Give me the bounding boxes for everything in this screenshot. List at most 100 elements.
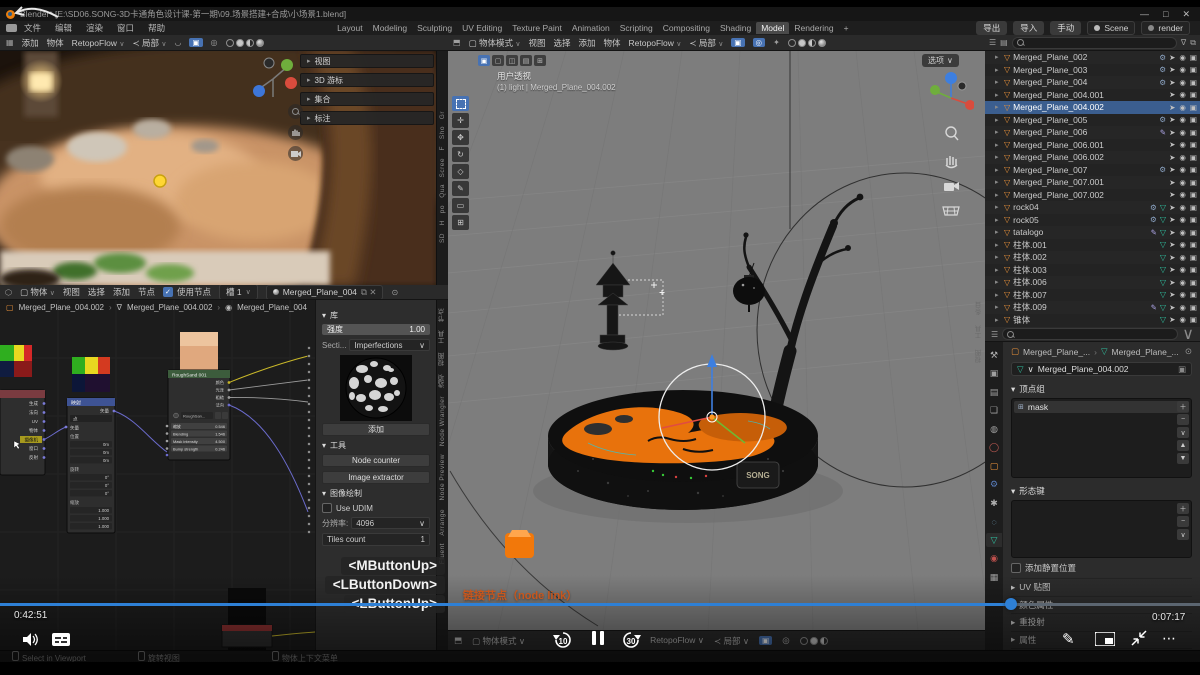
- menu-help[interactable]: 帮助: [141, 22, 172, 34]
- outliner-row[interactable]: ▸▽锥体▽➤◉▣: [985, 314, 1200, 327]
- tool-select-box[interactable]: [452, 96, 469, 111]
- panel-uv-maps[interactable]: ▸UV 贴图: [1011, 578, 1192, 596]
- captions-icon[interactable]: [52, 633, 70, 646]
- panel-image-paint[interactable]: ▾图像绘制: [322, 488, 430, 499]
- selectable-icon[interactable]: ➤: [1169, 240, 1175, 249]
- outliner-row[interactable]: ▸▽柱体.001▽➤◉▣: [985, 239, 1200, 252]
- tab-material-icon[interactable]: ◉: [986, 552, 1002, 566]
- render-visibility-icon[interactable]: ▣: [1190, 165, 1197, 174]
- mesh-data-name-field[interactable]: ▽∨ Merged_Plane_004.002 ▣: [1011, 362, 1192, 376]
- main-3d-viewport[interactable]: SONG: [448, 51, 985, 630]
- wireframe-shading-icon[interactable]: [226, 39, 234, 47]
- move-down-button[interactable]: ▼: [1177, 453, 1189, 464]
- selectable-icon[interactable]: ➤: [1169, 128, 1175, 137]
- render-visibility-icon[interactable]: ▣: [1190, 253, 1197, 262]
- viewport-nav-gizmo[interactable]: [928, 70, 974, 220]
- material-shading-icon[interactable]: [820, 637, 828, 645]
- mode-pill-2[interactable]: ▢: [492, 55, 504, 66]
- sidebar-panel-annotations[interactable]: ▸标注: [300, 111, 434, 125]
- workspace-shading[interactable]: Shading: [715, 22, 756, 34]
- workspace-sculpting[interactable]: Sculpting: [412, 22, 457, 34]
- panel-library[interactable]: ▾库: [322, 310, 430, 321]
- workspace-compositing[interactable]: Compositing: [658, 22, 715, 34]
- menu-window[interactable]: 窗口: [110, 22, 141, 34]
- editor-type-icon[interactable]: ⬡: [5, 288, 12, 297]
- hide-eye-icon[interactable]: ◉: [1179, 165, 1186, 174]
- side-tab[interactable]: Scree: [439, 158, 446, 177]
- menu-render[interactable]: 渲染: [79, 22, 110, 34]
- workspace-model[interactable]: Model: [756, 22, 789, 34]
- tab-object-data-icon[interactable]: ▽: [986, 533, 1002, 547]
- outliner-row[interactable]: ▸▽柱体.007▽➤◉▣: [985, 289, 1200, 302]
- pin-icon[interactable]: ⊙: [1185, 346, 1192, 357]
- hide-eye-icon[interactable]: ◉: [1179, 215, 1186, 224]
- render-visibility-icon[interactable]: ▣: [1190, 290, 1197, 299]
- close-button[interactable]: ✕: [1182, 9, 1190, 20]
- move-up-button[interactable]: ▲: [1177, 440, 1189, 451]
- editor-type-icon[interactable]: ⬒: [453, 38, 461, 47]
- material-shading-icon[interactable]: [246, 39, 254, 47]
- outliner-row[interactable]: ▸▽Merged_Plane_004.001➤◉▣: [985, 89, 1200, 102]
- side-tab[interactable]: po: [439, 205, 446, 213]
- hide-eye-icon[interactable]: ◉: [1179, 53, 1186, 62]
- side-tab[interactable]: H: [439, 220, 446, 225]
- shader-type-selector[interactable]: ▢ 物体 ∨: [20, 286, 55, 298]
- stone-base[interactable]: [548, 390, 818, 510]
- node-menu[interactable]: 节点: [138, 286, 155, 298]
- import-button[interactable]: 导入: [1013, 21, 1044, 35]
- tab-world-icon[interactable]: ◯: [986, 441, 1002, 455]
- tool-rotate[interactable]: ↻: [452, 147, 469, 162]
- video-progress-handle[interactable]: [1005, 598, 1017, 610]
- tab-tool-icon[interactable]: ⚒: [986, 348, 1002, 362]
- more-options-icon[interactable]: ⋯: [1162, 630, 1177, 647]
- outliner-row-selected[interactable]: ▸▽Merged_Plane_004.002➤◉▣: [985, 101, 1200, 114]
- hide-eye-icon[interactable]: ◉: [1179, 203, 1186, 212]
- view-layer-selector[interactable]: render: [1141, 21, 1190, 35]
- hide-eye-icon[interactable]: ◉: [1179, 78, 1186, 87]
- rendered-shading-icon[interactable]: [256, 39, 264, 47]
- zoom-icon[interactable]: [288, 104, 303, 119]
- panel-shape-keys[interactable]: ▾形态键: [1011, 485, 1192, 497]
- add-shape-key-button[interactable]: ＋: [1177, 503, 1189, 514]
- add-button[interactable]: 添加: [322, 423, 430, 436]
- tab-render-icon[interactable]: ▣: [986, 367, 1002, 381]
- retopoflow-menu[interactable]: RetopoFlow ∨: [629, 38, 682, 48]
- solid-shading-icon[interactable]: [810, 637, 818, 645]
- render-visibility-icon[interactable]: ▣: [1190, 103, 1197, 112]
- selectable-icon[interactable]: ➤: [1169, 265, 1175, 274]
- mode-pill-object[interactable]: ▣: [478, 55, 490, 66]
- tab-physics-icon[interactable]: ◌: [986, 515, 1002, 529]
- selectable-icon[interactable]: ➤: [1169, 215, 1175, 224]
- hide-eye-icon[interactable]: ◉: [1179, 278, 1186, 287]
- solid-shading-icon[interactable]: [798, 39, 806, 47]
- sidebar-panel-3d-cursor[interactable]: ▸3D 游标: [300, 73, 434, 87]
- wireframe-shading-icon[interactable]: [788, 39, 796, 47]
- outliner-row[interactable]: ▸▽Merged_Plane_005⚙➤◉▣: [985, 114, 1200, 127]
- side-tab[interactable]: SD: [439, 233, 446, 243]
- section-dropdown[interactable]: Imperfections∨: [349, 339, 430, 351]
- tab-output-icon[interactable]: ▤: [986, 385, 1002, 399]
- outliner-row[interactable]: ▸▽柱体.009✎▽➤◉▣: [985, 301, 1200, 314]
- selectable-icon[interactable]: ➤: [1169, 78, 1175, 87]
- annotate-pencil-icon[interactable]: ✎: [1062, 630, 1075, 648]
- hide-eye-icon[interactable]: ◉: [1179, 265, 1186, 274]
- render-visibility-icon[interactable]: ▣: [1190, 78, 1197, 87]
- workspace-layout[interactable]: Layout: [332, 22, 368, 34]
- sidebar-panel-view[interactable]: ▸视图: [300, 54, 434, 68]
- outliner-row[interactable]: ▸▽Merged_Plane_007.002➤◉▣: [985, 189, 1200, 202]
- orange-cube[interactable]: [505, 530, 534, 558]
- tab-texture-icon[interactable]: ▦: [986, 570, 1002, 584]
- hide-eye-icon[interactable]: ◉: [1179, 303, 1186, 312]
- mode-pill-3[interactable]: ◫: [506, 55, 518, 66]
- volume-icon[interactable]: [22, 632, 40, 647]
- select-menu[interactable]: 选择: [554, 37, 571, 49]
- outliner-row[interactable]: ▸▽Merged_Plane_003⚙➤◉▣: [985, 64, 1200, 77]
- mode-pill-5[interactable]: ⊞: [534, 55, 546, 66]
- retopoflow-menu[interactable]: RetopoFlow ∨: [72, 38, 125, 48]
- tool-add-cube[interactable]: ⊞: [452, 215, 469, 230]
- tool-annotate[interactable]: ✎: [452, 181, 469, 196]
- workspace-rendering[interactable]: Rendering: [789, 22, 838, 34]
- tool-move[interactable]: ✥: [452, 130, 469, 145]
- proportional-editing-icon[interactable]: ◎: [211, 38, 218, 47]
- render-visibility-icon[interactable]: ▣: [1190, 203, 1197, 212]
